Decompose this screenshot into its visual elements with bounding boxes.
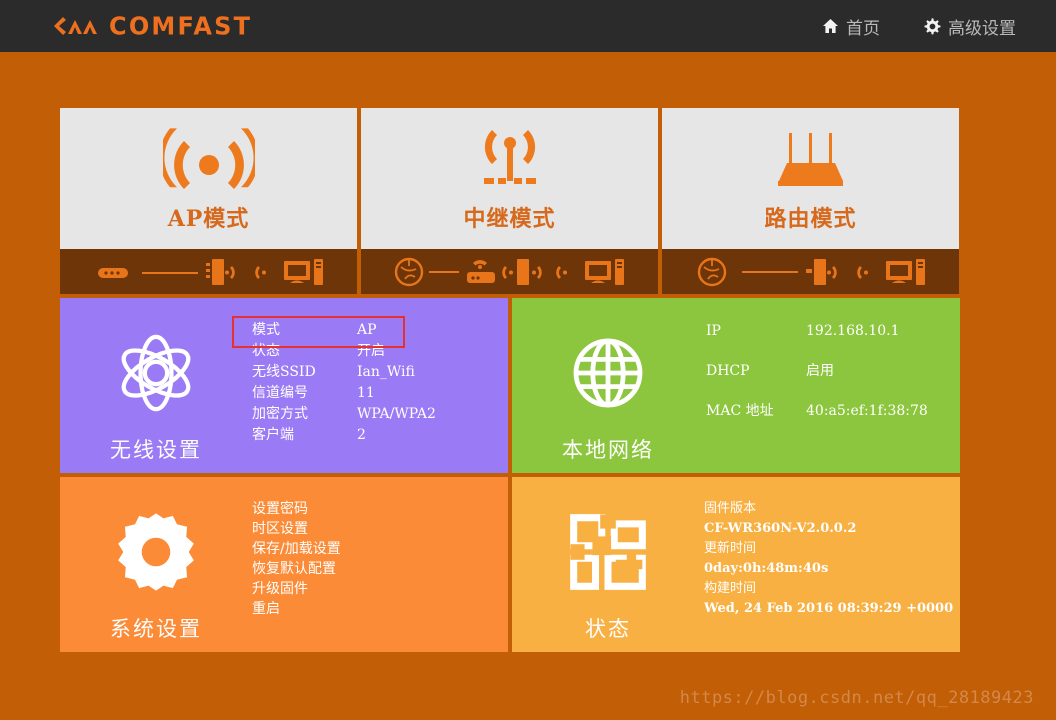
panel-row-top: 无线设置 模式 AP 状态 开启 无线SSID Ian_Wifi 信道编号 11… <box>60 298 996 473</box>
table-row: IP 192.168.10.1 <box>706 322 928 360</box>
top-header-bar: COMFAST 首页 高级设置 <box>0 0 1056 52</box>
status-build-time-label: 构建时间 <box>704 581 757 596</box>
wireless-clients-value: 2 <box>357 427 366 443</box>
atom-icon <box>121 334 191 411</box>
table-row: 模式 AP <box>252 320 487 341</box>
nav-item-home[interactable]: 首页 <box>822 14 880 39</box>
mode-card-repeater-diagram <box>361 249 658 294</box>
panel-wireless-data: 模式 AP 状态 开启 无线SSID Ian_Wifi 信道编号 11 加密方式… <box>252 298 508 446</box>
wireless-status-value: 开启 <box>357 343 385 359</box>
status-info-list: 固件版本 CF-WR360N-V2.0.0.2 更新时间 0day:0h:48m… <box>704 499 960 619</box>
nav-item-advanced-settings-label: 高级设置 <box>948 18 1016 39</box>
mode-card-row: AP模式 中继模式 路由模式 <box>60 108 996 294</box>
panel-status[interactable]: 状态 固件版本 CF-WR360N-V2.0.0.2 更新时间 0day:0h:… <box>512 477 960 652</box>
diagram-modem-ap-pc <box>97 258 323 285</box>
panel-wireless-title: 无线设置 <box>110 438 202 462</box>
wireless-encryption-key: 加密方式 <box>252 406 308 422</box>
table-row: 信道编号 11 <box>252 383 487 404</box>
mode-card-ap-label: AP模式 <box>167 205 250 232</box>
wireless-channel-key: 信道编号 <box>252 385 308 401</box>
wifi-signal-icon <box>162 127 255 189</box>
wireless-settings-table: 模式 AP 状态 开启 无线SSID Ian_Wifi 信道编号 11 加密方式… <box>252 320 487 446</box>
panel-wireless-settings[interactable]: 无线设置 模式 AP 状态 开启 无线SSID Ian_Wifi 信道编号 11… <box>60 298 508 473</box>
page-content: AP 模式 中继模式 路由模式 无线设置 模式 AP 状态 开启 无线SSID I… <box>0 108 1056 652</box>
wireless-mode-key: 模式 <box>252 322 280 338</box>
brand-logo[interactable]: COMFAST <box>52 11 253 41</box>
brand-name: COMFAST <box>109 11 253 41</box>
panel-system-title: 系统设置 <box>110 617 202 641</box>
wireless-mode-value: AP <box>357 322 377 338</box>
network-mac-value: 40:a5:ef:1f:38:78 <box>806 403 928 419</box>
mode-card-repeater-label: 中继模式 <box>463 205 556 232</box>
antenna-tower-icon <box>483 129 536 184</box>
system-menu-item-save-load-settings[interactable]: 保存/加载设置 <box>252 539 508 559</box>
globe-icon <box>573 338 643 407</box>
status-firmware-version-label: 固件版本 <box>704 501 757 516</box>
table-row: 客户端 2 <box>252 425 487 446</box>
four-squares-icon <box>570 513 646 590</box>
panel-system-settings[interactable]: 系统设置 设置密码 时区设置 保存/加载设置 恢复默认配置 升级固件 重启 <box>60 477 508 652</box>
panel-network-data: IP 192.168.10.1 DHCP 启用 MAC 地址 40:a5:ef:… <box>704 298 960 442</box>
mode-card-router-label: 路由模式 <box>764 205 857 232</box>
panel-system-data: 设置密码 时区设置 保存/加载设置 恢复默认配置 升级固件 重启 <box>252 477 508 619</box>
home-icon <box>823 19 838 33</box>
network-dhcp-value: 启用 <box>806 363 834 379</box>
system-menu-item-upgrade-firmware[interactable]: 升级固件 <box>252 579 508 599</box>
wireless-encryption-value: WPA/WPA2 <box>357 406 436 422</box>
mode-card-router[interactable]: 路由模式 <box>662 108 959 294</box>
network-ip-value: 192.168.10.1 <box>806 323 900 339</box>
status-uptime-label: 更新时间 <box>704 541 757 556</box>
mode-card-router-diagram <box>662 249 959 294</box>
wireless-ssid-value: Ian_Wifi <box>357 364 415 380</box>
nav-item-advanced-settings[interactable]: 高级设置 <box>924 14 1016 39</box>
network-mac-key: MAC 地址 <box>706 403 774 419</box>
comfast-logo-icon <box>54 17 97 35</box>
mode-card-repeater[interactable]: 中继模式 <box>361 108 658 294</box>
network-ip-key: IP <box>706 323 721 339</box>
table-row: MAC 地址 40:a5:ef:1f:38:78 <box>706 402 928 440</box>
panel-local-network[interactable]: 本地网络 IP 192.168.10.1 DHCP 启用 MAC 地址 40:a… <box>512 298 960 473</box>
panel-status-title: 状态 <box>585 617 631 641</box>
router-antennas-icon <box>777 132 843 186</box>
status-build-time-value: Wed, 24 Feb 2016 08:39:29 +0000 <box>704 601 954 616</box>
panel-system-icon-column: 系统设置 <box>60 477 252 652</box>
table-row: 状态 开启 <box>252 341 487 362</box>
top-navigation: 首页 高级设置 <box>822 14 1016 39</box>
panel-status-data: 固件版本 CF-WR360N-V2.0.0.2 更新时间 0day:0h:48m… <box>704 477 960 619</box>
diagram-globe-ap-pc <box>697 257 925 286</box>
mode-card-ap-body: AP模式 <box>60 108 357 249</box>
system-menu-item-reboot[interactable]: 重启 <box>252 599 508 619</box>
wireless-channel-value: 11 <box>357 385 375 401</box>
network-dhcp-key: DHCP <box>706 363 750 379</box>
panel-network-title: 本地网络 <box>562 438 654 462</box>
table-row: DHCP 启用 <box>706 362 928 400</box>
wireless-status-key: 状态 <box>252 343 280 359</box>
panel-wireless-icon-column: 无线设置 <box>60 298 252 473</box>
table-row: 加密方式 WPA/WPA2 <box>252 404 487 425</box>
panel-status-icon-column: 状态 <box>512 477 704 652</box>
system-menu-item-timezone[interactable]: 时区设置 <box>252 519 508 539</box>
system-menu-item-restore-defaults[interactable]: 恢复默认配置 <box>252 559 508 579</box>
system-settings-menu: 设置密码 时区设置 保存/加载设置 恢复默认配置 升级固件 重启 <box>252 499 508 619</box>
mode-card-router-body: 路由模式 <box>662 108 959 249</box>
panel-network-icon-column: 本地网络 <box>512 298 704 473</box>
panel-row-bottom: 系统设置 设置密码 时区设置 保存/加载设置 恢复默认配置 升级固件 重启 状态… <box>60 477 996 652</box>
gear-icon <box>924 17 941 34</box>
status-firmware-version-value: CF-WR360N-V2.0.0.2 <box>704 521 857 536</box>
diagram-globe-router-ap-pc <box>394 257 624 286</box>
network-info-table: IP 192.168.10.1 DHCP 启用 MAC 地址 40:a5:ef:… <box>704 320 930 442</box>
nav-item-home-label: 首页 <box>846 18 880 39</box>
info-panel-grid: 无线设置 模式 AP 状态 开启 无线SSID Ian_Wifi 信道编号 11… <box>60 298 996 652</box>
system-menu-item-set-password[interactable]: 设置密码 <box>252 499 508 519</box>
table-row: 无线SSID Ian_Wifi <box>252 362 487 383</box>
wireless-clients-key: 客户端 <box>252 427 294 443</box>
status-uptime-value: 0day:0h:48m:40s <box>704 561 829 576</box>
mode-card-ap[interactable]: AP模式 <box>60 108 357 294</box>
gear-icon <box>118 512 194 591</box>
mode-card-ap-diagram <box>60 249 357 294</box>
wireless-ssid-key: 无线SSID <box>252 364 316 380</box>
watermark-text: https://blog.csdn.net/qq_28189423 <box>679 688 1034 708</box>
mode-card-repeater-body: 中继模式 <box>361 108 658 249</box>
